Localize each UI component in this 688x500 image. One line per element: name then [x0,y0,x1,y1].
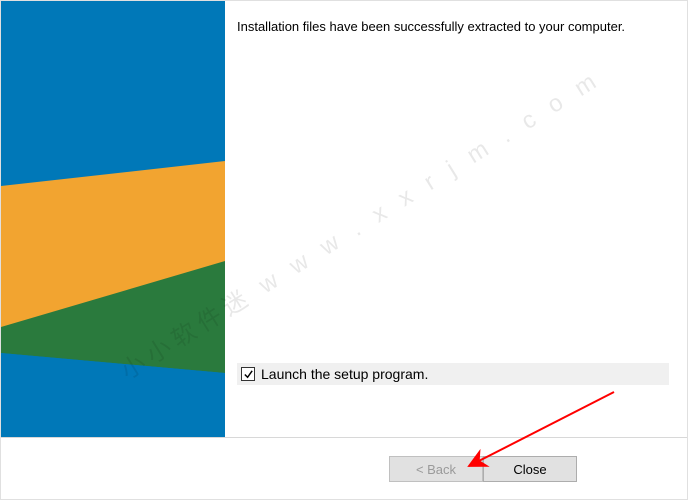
extraction-success-message: Installation files have been successfull… [237,19,667,34]
button-bar: < Back Close [1,438,687,500]
back-button: < Back [389,456,483,482]
close-button[interactable]: Close [483,456,577,482]
installer-sidebar-graphic [1,1,225,437]
launch-checkbox-label: Launch the setup program. [261,366,428,382]
launch-option-row: Launch the setup program. [237,363,669,385]
launch-checkbox[interactable] [241,367,255,381]
